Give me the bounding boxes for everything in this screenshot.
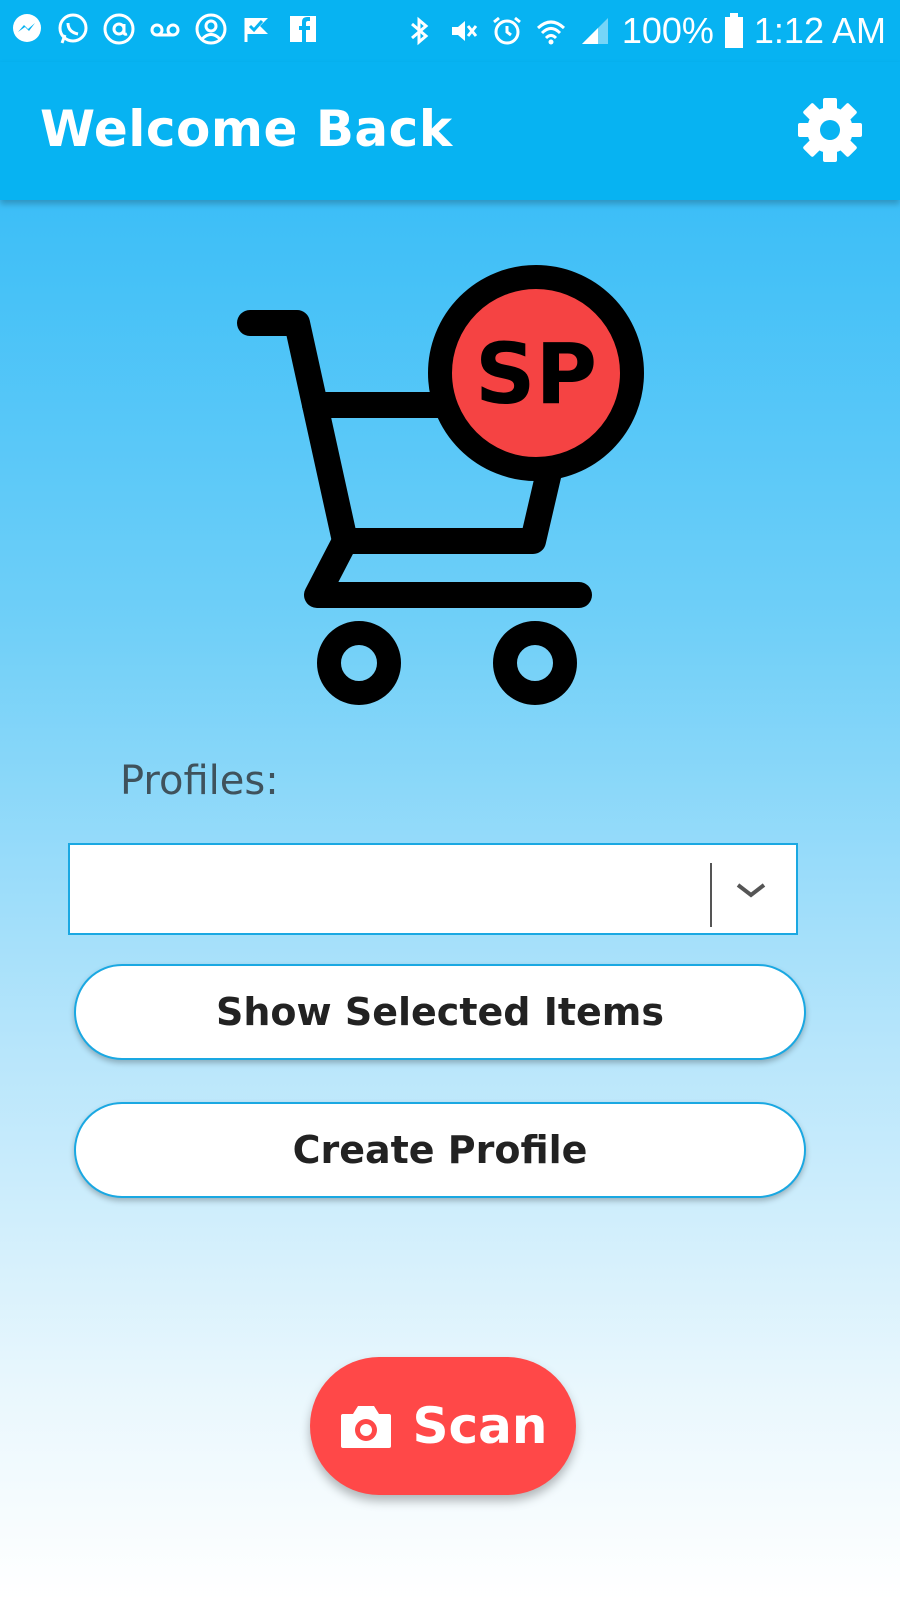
battery-icon (724, 13, 743, 48)
vibrate-mute-icon (451, 21, 477, 41)
scan-label: Scan (412, 1397, 548, 1455)
system-status: 100% 1:12 AM (402, 8, 886, 54)
profile-dropdown[interactable] (68, 843, 798, 935)
bluetooth-icon (410, 16, 429, 46)
app-bar: Welcome Back (0, 62, 900, 200)
chevron-down-icon[interactable] (734, 875, 768, 905)
profiles-label: Profiles: (120, 758, 279, 804)
logo-badge-text: SP (475, 325, 597, 423)
at-sign-icon (103, 13, 135, 45)
notification-icons (10, 12, 320, 46)
wifi-icon (536, 20, 565, 45)
scan-button[interactable]: Scan (310, 1357, 576, 1495)
account-circle-icon (195, 13, 227, 45)
main-content: SP Profiles: Show Selected Items Create … (0, 200, 900, 1600)
voicemail-icon (150, 23, 180, 37)
show-selected-items-button[interactable]: Show Selected Items (74, 964, 806, 1060)
create-profile-button[interactable]: Create Profile (74, 1102, 806, 1198)
clock: 1:12 AM (753, 10, 886, 51)
facebook-icon (290, 16, 316, 42)
whatsapp-icon (58, 13, 88, 44)
messenger-icon (13, 14, 41, 42)
page-title: Welcome Back (40, 100, 453, 158)
check-flag-icon (244, 18, 268, 42)
gear-icon[interactable] (796, 96, 864, 164)
alarm-icon (492, 16, 521, 45)
signal-icon (581, 18, 608, 44)
dropdown-divider (710, 863, 712, 927)
camera-icon (340, 1406, 391, 1448)
shopping-cart-logo: SP (237, 265, 644, 705)
status-bar: 100% 1:12 AM (0, 0, 900, 62)
battery-percent: 100% (621, 10, 714, 51)
